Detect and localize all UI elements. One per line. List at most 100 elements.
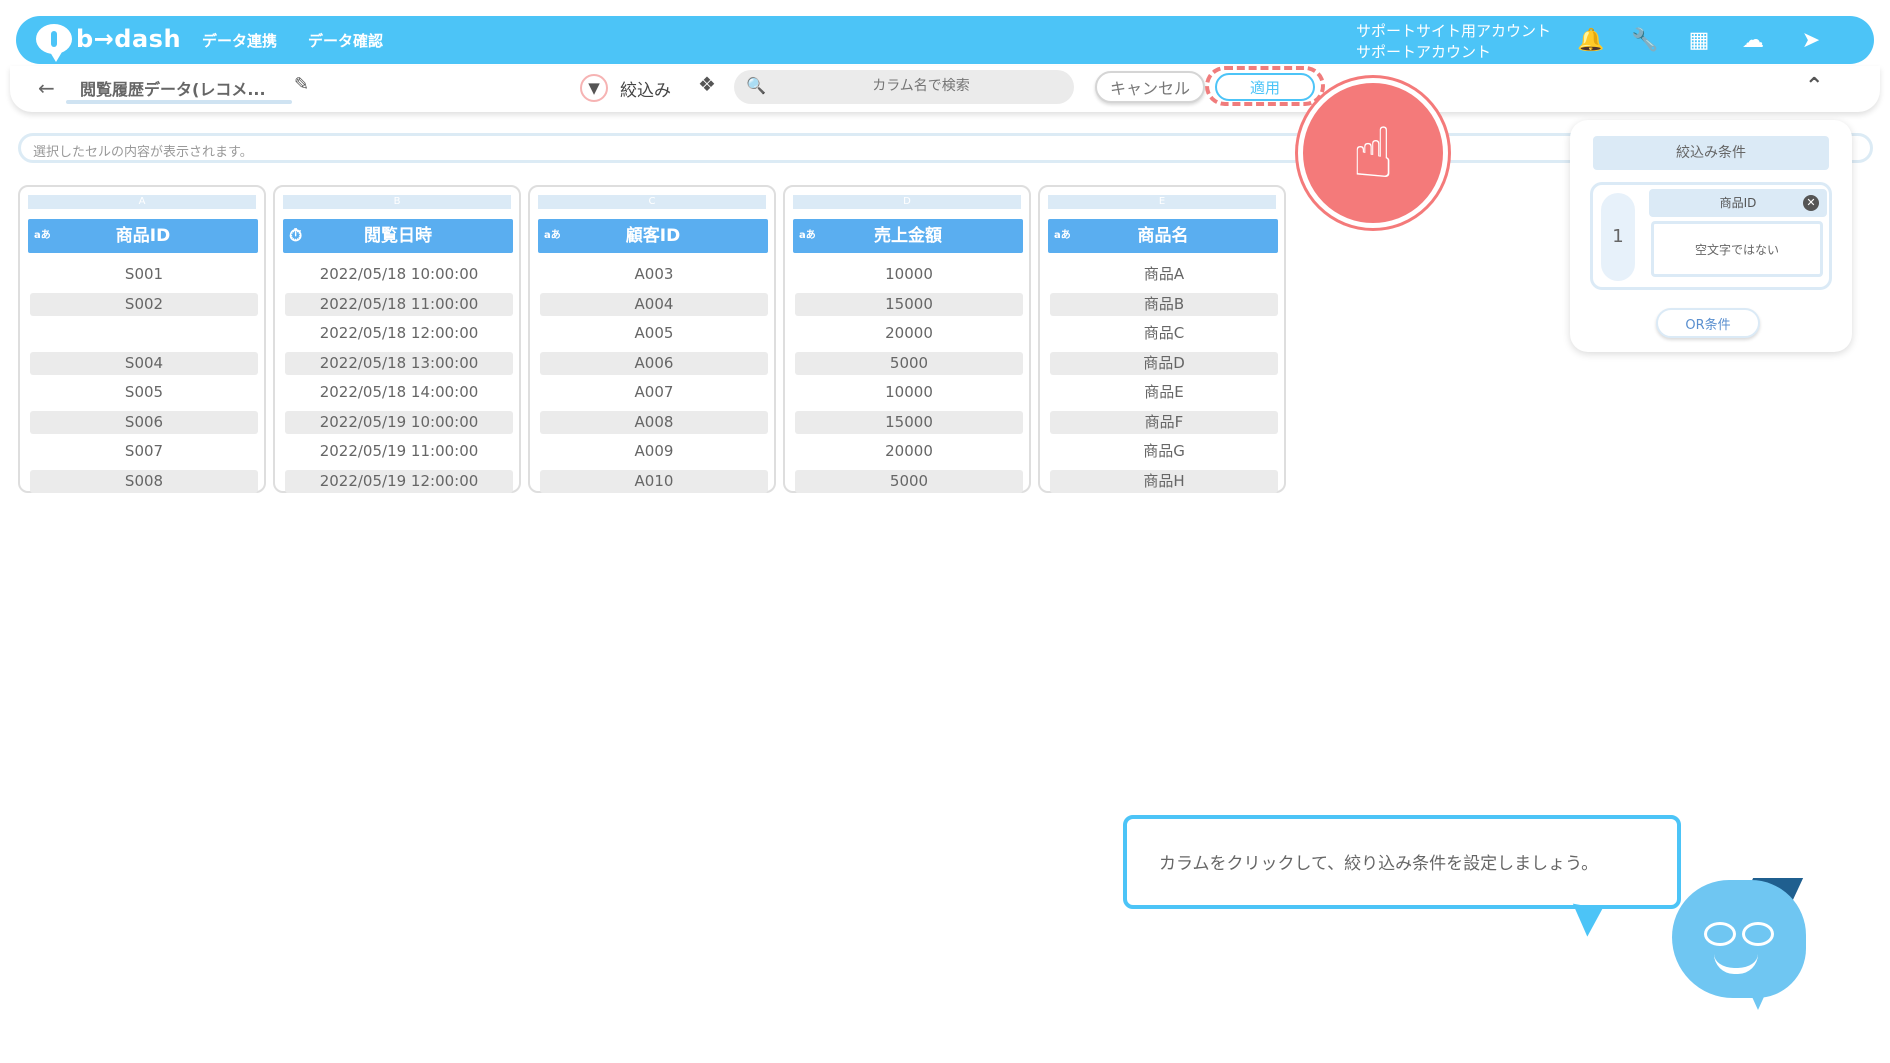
- data-column[interactable]: B ⏱ 閲覧日時 2022/05/18 10:00:00 2022/05/18 11:0…: [273, 185, 521, 493]
- table-cell[interactable]: 商品A: [1050, 263, 1278, 286]
- logo-bubble-icon: [36, 24, 72, 62]
- table-cell[interactable]: 10000: [795, 381, 1023, 404]
- text-type-icon: aあ: [1054, 230, 1071, 241]
- table-cell[interactable]: 2022/05/18 12:00:00: [285, 322, 513, 345]
- filter-icon[interactable]: ▼: [580, 74, 608, 102]
- table-cell[interactable]: A005: [540, 322, 768, 345]
- panel-title: 絞込み条件: [1593, 136, 1829, 170]
- nav-link-data-integration[interactable]: データ連携: [202, 30, 277, 51]
- pencil-icon[interactable]: ✎: [294, 74, 309, 95]
- table-cell[interactable]: 2022/05/19 10:00:00: [285, 410, 513, 434]
- top-navbar: b→dash データ連携 データ確認 サポートサイト用アカウント サポートアカウ…: [16, 16, 1874, 64]
- beginner-mark-icon[interactable]: ❖: [698, 72, 716, 96]
- page-title[interactable]: 閲覧履歴データ(レコメ...: [80, 76, 290, 100]
- table-cell[interactable]: 商品C: [1050, 322, 1278, 345]
- table-cell[interactable]: S007: [30, 440, 258, 463]
- condition-operator[interactable]: 空文字ではない: [1651, 221, 1823, 277]
- table-cell[interactable]: A010: [540, 469, 768, 493]
- account-name: サポートサイト用アカウント: [1356, 22, 1552, 40]
- table-cell[interactable]: 2022/05/19 11:00:00: [285, 440, 513, 463]
- column-header[interactable]: aあ 商品ID: [28, 219, 258, 253]
- table-cell[interactable]: A006: [540, 351, 768, 375]
- chevron-up-icon[interactable]: ⌃: [1805, 74, 1823, 99]
- column-header-label: 顧客ID: [625, 226, 681, 246]
- account-info[interactable]: サポートサイト用アカウント サポートアカウント: [1356, 21, 1551, 63]
- table-cell[interactable]: A007: [540, 381, 768, 404]
- column-header[interactable]: aあ 顧客ID: [538, 219, 768, 253]
- close-icon[interactable]: ✕: [1803, 195, 1819, 211]
- column-header-label: 商品ID: [115, 226, 171, 246]
- table-cell[interactable]: 商品E: [1050, 381, 1278, 404]
- table-cell[interactable]: 15000: [795, 292, 1023, 316]
- mascot-eye: [1742, 922, 1774, 946]
- table-cell[interactable]: S002: [30, 292, 258, 316]
- table-cell[interactable]: 商品D: [1050, 351, 1278, 375]
- table-cell[interactable]: 2022/05/18 14:00:00: [285, 381, 513, 404]
- table-cell[interactable]: A009: [540, 440, 768, 463]
- table-cell[interactable]: A003: [540, 263, 768, 286]
- table-cell[interactable]: A004: [540, 292, 768, 316]
- grid-icon[interactable]: ▦: [1684, 25, 1714, 55]
- help-icon[interactable]: ☁: [1738, 25, 1768, 55]
- table-cell[interactable]: A008: [540, 410, 768, 434]
- table-cell[interactable]: [30, 322, 258, 345]
- filter-label[interactable]: 絞込み: [620, 76, 671, 101]
- column-search[interactable]: 🔍: [734, 70, 1074, 104]
- wrench-icon[interactable]: 🔧: [1630, 25, 1660, 55]
- apply-highlight: 適用: [1205, 66, 1325, 106]
- table-cell[interactable]: 5000: [795, 351, 1023, 375]
- search-icon: 🔍: [746, 76, 766, 95]
- text-type-icon: aあ: [34, 230, 51, 241]
- table-cell[interactable]: 5000: [795, 469, 1023, 493]
- table-cell[interactable]: 20000: [795, 440, 1023, 463]
- condition-number: 1: [1601, 193, 1635, 281]
- table-cell[interactable]: 商品B: [1050, 292, 1278, 316]
- table-cell[interactable]: 20000: [795, 322, 1023, 345]
- mascot-eye: [1704, 922, 1736, 946]
- table-cell[interactable]: 商品G: [1050, 440, 1278, 463]
- column-letter: C: [538, 195, 766, 209]
- nav-link-data-check[interactable]: データ確認: [308, 30, 383, 51]
- condition-column[interactable]: 商品ID ✕: [1649, 189, 1827, 217]
- title-underline: [66, 100, 292, 104]
- table-cell[interactable]: S001: [30, 263, 258, 286]
- mascot-mustache: [1714, 954, 1758, 974]
- apply-button[interactable]: 適用: [1215, 73, 1315, 101]
- logout-icon[interactable]: ➤: [1796, 25, 1826, 55]
- account-sub: サポートアカウント: [1356, 43, 1492, 61]
- column-letter: D: [793, 195, 1021, 209]
- cell-content-placeholder: 選択したセルの内容が表示されます。: [33, 145, 253, 160]
- table-cell[interactable]: 商品F: [1050, 410, 1278, 434]
- column-header[interactable]: aあ 商品名: [1048, 219, 1278, 253]
- data-column[interactable]: Eaあ 商品名 商品A 商品B 商品C 商品D 商品E 商品F 商品G 商品H: [1038, 185, 1286, 493]
- table-cell[interactable]: 2022/05/18 10:00:00: [285, 263, 513, 286]
- data-column[interactable]: Aaあ 商品ID S001 S002 S004 S005 S006 S007 S008: [18, 185, 266, 493]
- table-cell[interactable]: S008: [30, 469, 258, 493]
- table-cell[interactable]: 15000: [795, 410, 1023, 434]
- text-type-icon: aあ: [799, 230, 816, 241]
- table-cell[interactable]: 2022/05/19 12:00:00: [285, 469, 513, 493]
- search-input[interactable]: [774, 77, 1068, 95]
- table-cell[interactable]: S004: [30, 351, 258, 375]
- table-cell[interactable]: 2022/05/18 13:00:00: [285, 351, 513, 375]
- column-header-label: 商品名: [1137, 226, 1189, 246]
- toolbar: ← 閲覧履歴データ(レコメ... ✎ ▼ 絞込み ❖ 🔍 キャンセル 適用 ⌃: [10, 66, 1880, 112]
- table-cell[interactable]: 2022/05/18 11:00:00: [285, 292, 513, 316]
- data-column[interactable]: Daあ 売上金額 10000 15000 20000 5000 10000 15000 2000…: [783, 185, 1031, 493]
- bell-icon[interactable]: 🔔: [1576, 25, 1606, 55]
- or-condition-button[interactable]: OR条件: [1656, 308, 1760, 338]
- back-arrow-icon[interactable]: ←: [38, 76, 55, 100]
- table-cell[interactable]: S005: [30, 381, 258, 404]
- table-cell[interactable]: S006: [30, 410, 258, 434]
- column-header[interactable]: aあ 売上金額: [793, 219, 1023, 253]
- filter-conditions-panel: 絞込み条件 1 商品ID ✕ 空文字ではない OR条件: [1570, 120, 1852, 352]
- table-cell[interactable]: 10000: [795, 263, 1023, 286]
- logo-text: b→dash: [76, 25, 182, 53]
- bdash-logo[interactable]: b→dash: [36, 24, 182, 62]
- column-header[interactable]: ⏱ 閲覧日時: [283, 219, 513, 253]
- table-cell[interactable]: 商品H: [1050, 469, 1278, 493]
- cancel-button[interactable]: キャンセル: [1095, 71, 1205, 103]
- column-header-label: 売上金額: [874, 226, 942, 246]
- data-column[interactable]: Caあ 顧客ID A003 A004 A005 A006 A007 A008 A009 A010: [528, 185, 776, 493]
- condition-box: 1 商品ID ✕ 空文字ではない: [1590, 182, 1832, 290]
